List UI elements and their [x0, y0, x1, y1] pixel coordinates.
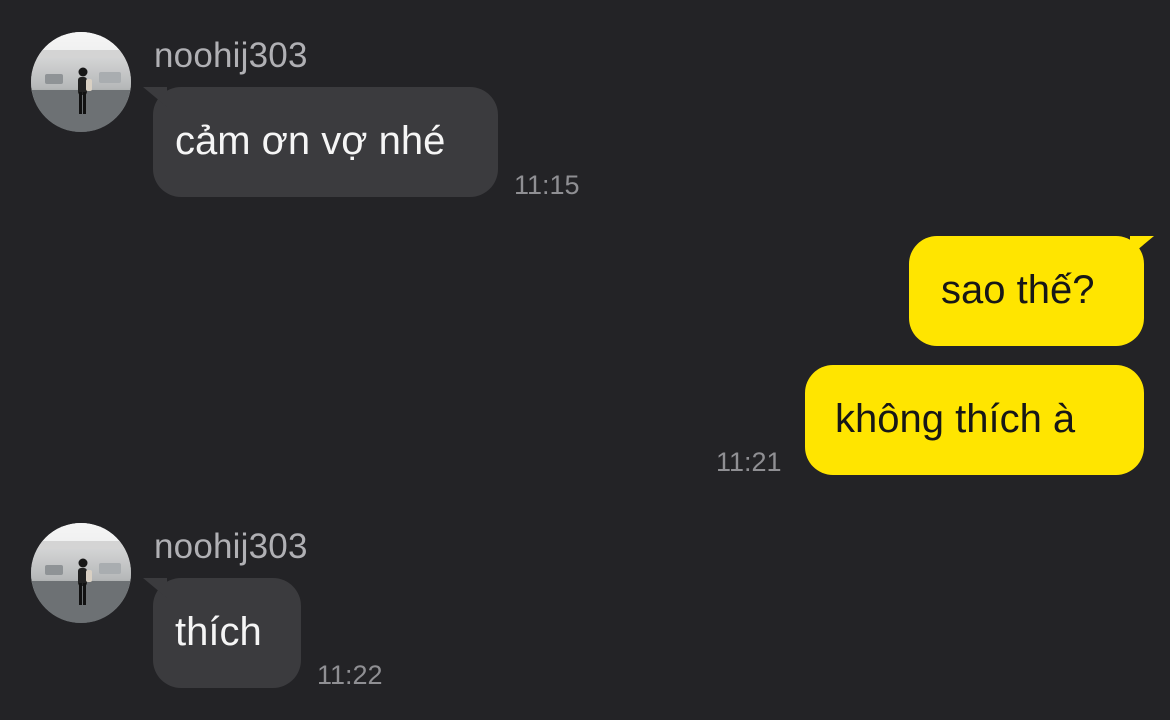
- bubble-tail: [143, 87, 167, 107]
- message-timestamp: 11:22: [317, 660, 383, 690]
- avatar[interactable]: [31, 32, 131, 132]
- message-timestamp: 11:21: [716, 447, 782, 477]
- message-text: thích: [175, 610, 262, 654]
- message-timestamp: 11:15: [514, 170, 580, 200]
- incoming-message-bubble[interactable]: thích: [143, 578, 301, 688]
- sender-name: noohij303: [154, 36, 308, 75]
- bubble-tail: [143, 578, 167, 598]
- chat-window: noohij303 cảm ơn vợ nhé 11:15 sao thế? k…: [0, 0, 1170, 720]
- message-text: cảm ơn vợ nhé: [175, 119, 446, 163]
- bubble-tail: [1130, 236, 1154, 256]
- incoming-message-bubble[interactable]: cảm ơn vợ nhé: [143, 87, 498, 197]
- message-text: không thích à: [835, 397, 1076, 441]
- outgoing-message-bubble[interactable]: sao thế?: [909, 236, 1154, 346]
- sender-name: noohij303: [154, 527, 308, 566]
- avatar[interactable]: [31, 523, 131, 623]
- outgoing-message-bubble[interactable]: không thích à: [805, 365, 1144, 475]
- message-text: sao thế?: [941, 268, 1095, 312]
